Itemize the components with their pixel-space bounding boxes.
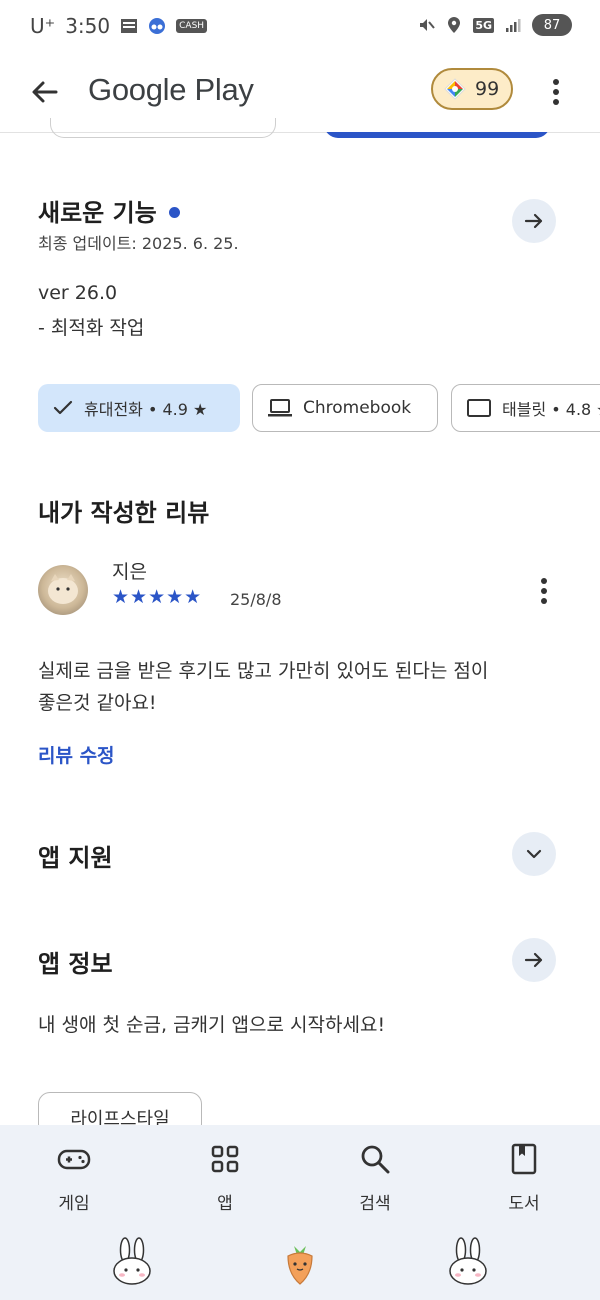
cash-badge: CASH xyxy=(176,19,208,33)
carrot-sticker-icon xyxy=(287,1246,313,1285)
rabbit-sticker-icon xyxy=(449,1237,487,1285)
mute-icon xyxy=(420,19,436,31)
new-indicator-dot xyxy=(168,206,180,218)
play-points-icon xyxy=(444,78,466,100)
app-support-title: 앱 지원 xyxy=(38,844,113,872)
whats-new-heading: 새로운 기능 xyxy=(38,193,180,228)
mascot-icon xyxy=(149,18,166,34)
app-bar-title: Google Play xyxy=(88,72,254,107)
avatar xyxy=(38,565,88,615)
carrier-label: U⁺ xyxy=(30,14,56,38)
arrow-right-icon xyxy=(524,213,543,229)
review-date: 25/8/8 xyxy=(230,590,282,609)
more-options-icon[interactable] xyxy=(546,76,566,108)
chip-tablet-label: 태블릿 • 4.8 ★ xyxy=(502,400,600,419)
review-stars: ★★★★★ xyxy=(112,586,203,608)
chip-phone[interactable]: 휴대전화 • 4.9 ★ xyxy=(38,384,240,432)
notification-grid-icon xyxy=(121,19,138,33)
nav-books[interactable]: 도서 xyxy=(484,1141,564,1214)
nav-games-label: 게임 xyxy=(58,1194,90,1214)
whats-new-title: 새로운 기능 xyxy=(38,199,157,227)
nav-apps-label: 앱 xyxy=(217,1194,233,1214)
status-bar: U⁺ 3:50 CASH 5G 87 xyxy=(0,0,600,56)
review-more-options-icon[interactable] xyxy=(534,575,554,607)
app-info-arrow-button[interactable] xyxy=(512,938,556,982)
back-arrow-icon[interactable] xyxy=(26,74,62,110)
partial-outline-button[interactable] xyxy=(50,118,276,138)
version-text: ver 26.0 xyxy=(38,282,118,304)
play-points-badge[interactable]: 99 xyxy=(431,68,513,110)
rabbit-sticker-icon xyxy=(113,1237,151,1285)
review-text-line2: 좋은것 같아요! xyxy=(38,692,157,714)
chip-chromebook-label: Chromebook xyxy=(303,398,412,418)
check-icon xyxy=(53,400,73,415)
app-info-title: 앱 정보 xyxy=(38,950,113,978)
chip-chromebook[interactable]: Chromebook xyxy=(252,384,438,432)
chip-phone-label: 휴대전화 • 4.9 ★ xyxy=(84,400,208,419)
my-review-heading: 내가 작성한 리뷰 xyxy=(38,499,210,527)
laptop-icon xyxy=(268,399,292,417)
book-icon xyxy=(511,1143,537,1175)
nav-search-label: 검색 xyxy=(359,1194,391,1214)
nav-search[interactable]: 검색 xyxy=(335,1141,415,1214)
whats-new-arrow-button[interactable] xyxy=(512,199,556,243)
location-icon xyxy=(448,17,461,33)
nav-games[interactable]: 게임 xyxy=(34,1141,114,1214)
nav-apps[interactable]: 앱 xyxy=(185,1141,265,1214)
signal-icon xyxy=(506,19,521,32)
tablet-icon xyxy=(467,399,491,417)
network-type: 5G xyxy=(473,17,494,33)
review-text-line1: 실제로 금을 받은 후기도 많고 가만히 있어도 된다는 점이 xyxy=(38,660,489,682)
apps-grid-icon xyxy=(211,1145,239,1173)
battery-level: 87 xyxy=(543,17,561,33)
arrow-right-icon xyxy=(524,952,543,968)
edit-review-link[interactable]: 리뷰 수정 xyxy=(38,741,115,768)
review-author: 지은 xyxy=(112,561,147,583)
last-updated: 최종 업데이트: 2025. 6. 25. xyxy=(38,234,239,253)
cat-photo-icon xyxy=(48,574,78,604)
update-note: - 최적화 작업 xyxy=(38,317,145,339)
chevron-down-icon xyxy=(526,849,542,859)
battery-indicator: 87 xyxy=(532,14,572,36)
clock: 3:50 xyxy=(65,14,111,38)
chip-tablet[interactable]: 태블릿 • 4.8 ★ xyxy=(451,384,600,432)
play-points-value: 99 xyxy=(475,78,500,100)
app-description: 내 생애 첫 순금, 금캐기 앱으로 시작하세요! xyxy=(38,1014,386,1036)
gamepad-icon xyxy=(57,1149,91,1170)
search-icon xyxy=(361,1145,390,1174)
app-support-expand-button[interactable] xyxy=(512,832,556,876)
nav-books-label: 도서 xyxy=(508,1194,540,1214)
